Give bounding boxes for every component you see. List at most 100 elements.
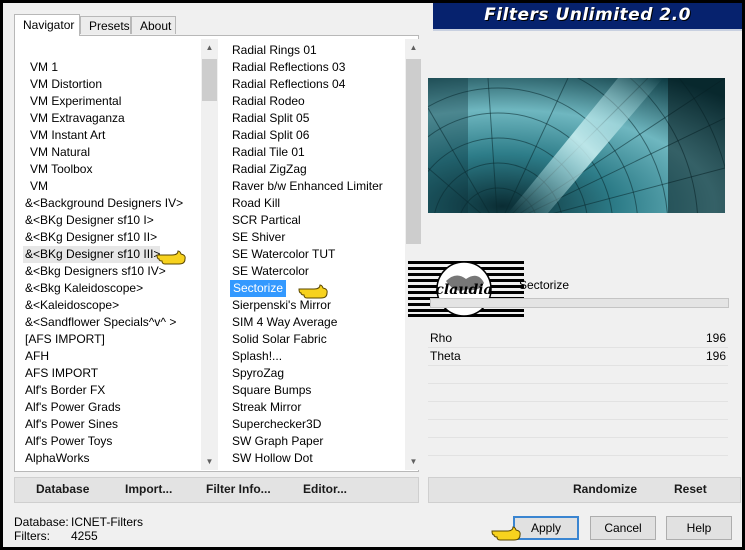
status-database: Database: ICNET-Filters xyxy=(14,515,143,529)
preview-image xyxy=(428,78,725,213)
status-filters: Filters: 4255 xyxy=(14,529,98,543)
navigator-button-bar: Database Import... Filter Info... Editor… xyxy=(14,477,419,503)
status-database-value: ICNET-Filters xyxy=(71,515,143,529)
list-item[interactable]: &<BKg Designer sf10 I> xyxy=(23,212,154,229)
list-item[interactable]: Superchecker3D xyxy=(230,416,321,433)
list-item[interactable]: SE Watercolor xyxy=(230,263,309,280)
param-row-theta[interactable]: Theta 196 xyxy=(428,347,728,366)
list-item[interactable]: &<BKg Designer sf10 II> xyxy=(23,229,157,246)
filter-name-bar xyxy=(430,298,729,308)
list-item[interactable]: Radial Rodeo xyxy=(230,93,305,110)
list-item[interactable]: &<Bkg Kaleidoscope> xyxy=(23,280,143,297)
list-item[interactable]: Radial ZigZag xyxy=(230,161,307,178)
list-item[interactable]: Road Kill xyxy=(230,195,280,212)
list-item[interactable]: Alf's Power Sines xyxy=(23,416,118,433)
list-item[interactable]: Radial Reflections 04 xyxy=(230,76,345,93)
list-item[interactable]: SIM 4 Way Average xyxy=(230,314,337,331)
list-item[interactable]: VM Instant Art xyxy=(28,127,105,144)
param-label: Theta xyxy=(430,349,461,363)
list-item[interactable]: SE Watercolor TUT xyxy=(230,246,335,263)
filter-list[interactable]: Radial Rings 01 Radial Reflections 03 Radi… xyxy=(230,39,405,470)
list-item[interactable]: &<Kaleidoscope> xyxy=(23,297,119,314)
scroll-thumb[interactable] xyxy=(202,59,217,101)
scroll-down-icon[interactable]: ▼ xyxy=(201,453,218,470)
list-item[interactable]: Raver b/w Enhanced Limiter xyxy=(230,178,383,195)
param-row-rho[interactable]: Rho 196 xyxy=(428,329,728,348)
list-item[interactable]: SpyroZag xyxy=(230,365,284,382)
list-item[interactable]: SW Hollow Dot xyxy=(230,450,313,467)
scroll-up-icon[interactable]: ▲ xyxy=(405,39,422,56)
list-item[interactable]: Alf's Power Toys xyxy=(23,433,112,450)
import-button[interactable]: Import... xyxy=(125,482,172,496)
param-row-empty xyxy=(428,437,728,438)
list-item[interactable]: VM 1 xyxy=(28,59,58,76)
list-item[interactable]: VM Extravaganza xyxy=(28,110,125,127)
category-scrollbar[interactable]: ▲ ▼ xyxy=(201,39,218,470)
tab-about[interactable]: About xyxy=(131,16,176,34)
randomize-button[interactable]: Randomize xyxy=(573,482,637,496)
param-row-empty xyxy=(428,401,728,402)
list-item[interactable]: Andrew's Filter Collection 55 xyxy=(23,467,177,470)
list-item[interactable]: SCR Partical xyxy=(230,212,301,229)
list-item[interactable]: Solid Solar Fabric xyxy=(230,331,327,348)
list-item[interactable]: AFH xyxy=(23,348,49,365)
status-database-label: Database: xyxy=(14,515,69,529)
list-item[interactable]: VM xyxy=(28,178,48,195)
claudia-watermark: claudia xyxy=(408,261,524,317)
list-item[interactable]: &<Background Designers IV> xyxy=(23,195,183,212)
list-item[interactable]: Streak Mirror xyxy=(230,399,301,416)
list-item[interactable]: Alf's Power Grads xyxy=(23,399,121,416)
filter-name-label: Sectorize xyxy=(519,278,570,292)
list-item[interactable]: AlphaWorks xyxy=(23,450,89,467)
cancel-button[interactable]: Cancel xyxy=(590,516,656,540)
param-row-empty xyxy=(428,419,728,420)
list-item[interactable]: Sweet Hollow Dot xyxy=(230,467,327,470)
scroll-down-icon[interactable]: ▼ xyxy=(405,453,422,470)
list-item[interactable]: Radial Rings 01 xyxy=(230,42,317,59)
apply-button[interactable]: Apply xyxy=(513,516,579,540)
list-item[interactable]: Splash!... xyxy=(230,348,282,365)
pointing-hand-icon xyxy=(491,524,521,545)
param-row-empty xyxy=(428,383,728,384)
list-item[interactable]: AFS IMPORT xyxy=(23,365,98,382)
param-value[interactable]: 196 xyxy=(706,331,726,345)
scroll-thumb[interactable] xyxy=(406,59,421,244)
database-button[interactable]: Database xyxy=(36,482,89,496)
filter-scrollbar[interactable]: ▲ ▼ xyxy=(405,39,422,470)
list-item[interactable]: VM Natural xyxy=(28,144,90,161)
tab-navigator[interactable]: Navigator xyxy=(14,14,80,36)
status-filters-label: Filters: xyxy=(14,529,50,543)
list-item[interactable]: VM Experimental xyxy=(28,93,121,110)
scroll-up-icon[interactable]: ▲ xyxy=(201,39,218,56)
list-item[interactable]: Radial Split 06 xyxy=(230,127,309,144)
list-item[interactable]: Radial Tile 01 xyxy=(230,144,305,161)
reset-button[interactable]: Reset xyxy=(674,482,707,496)
banner-title: Filters Unlimited 2.0 xyxy=(484,5,691,25)
filters-unlimited-window: Filters Unlimited 2.0 Navigator Presets … xyxy=(3,3,742,547)
param-row-empty xyxy=(428,455,728,456)
editor-button[interactable]: Editor... xyxy=(303,482,347,496)
list-item[interactable]: Sectorize xyxy=(230,280,287,297)
list-item[interactable]: &<BKg Designer sf10 III> xyxy=(23,246,161,263)
list-item[interactable]: Radial Split 05 xyxy=(230,110,309,127)
watermark-text: claudia xyxy=(435,282,492,298)
list-item[interactable]: [AFS IMPORT] xyxy=(23,331,105,348)
param-value[interactable]: 196 xyxy=(706,349,726,363)
tab-presets[interactable]: Presets xyxy=(80,16,131,34)
param-label: Rho xyxy=(430,331,453,345)
preset-button-bar: Randomize Reset xyxy=(428,477,741,503)
list-item[interactable]: SE Shiver xyxy=(230,229,285,246)
list-item[interactable]: Alf's Border FX xyxy=(23,382,105,399)
list-item[interactable]: SW Graph Paper xyxy=(230,433,323,450)
help-button[interactable]: Help xyxy=(666,516,732,540)
title-banner: Filters Unlimited 2.0 xyxy=(433,3,742,31)
list-item[interactable]: &<Bkg Designers sf10 IV> xyxy=(23,263,166,280)
filter-info-button[interactable]: Filter Info... xyxy=(206,482,271,496)
list-item[interactable]: &<Sandflower Specials^v^ > xyxy=(23,314,176,331)
list-item[interactable]: VM Toolbox xyxy=(28,161,92,178)
list-item[interactable]: Square Bumps xyxy=(230,382,311,399)
list-item[interactable]: VM Distortion xyxy=(28,76,102,93)
list-item[interactable]: Radial Reflections 03 xyxy=(230,59,345,76)
pointing-hand-icon xyxy=(298,282,328,303)
pointing-hand-icon xyxy=(156,248,186,269)
